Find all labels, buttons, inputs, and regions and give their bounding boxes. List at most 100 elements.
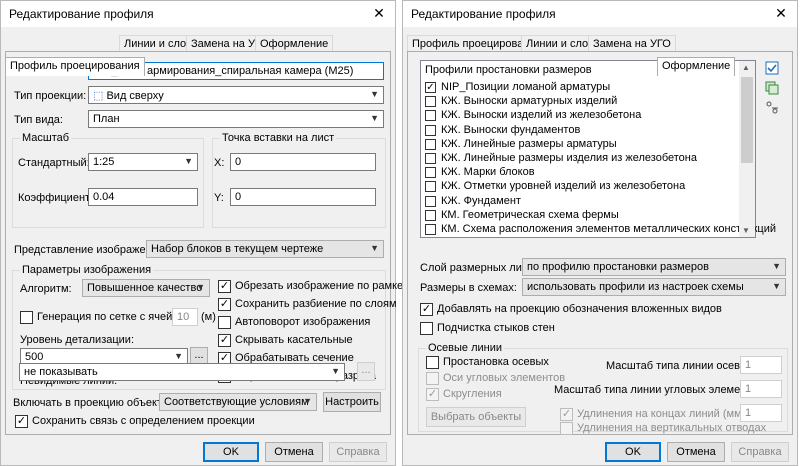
view-type-select[interactable]: План ▼	[88, 110, 384, 128]
keep-layers-label: Сохранить разбиение по слоям	[235, 298, 397, 310]
rounding-label: Скругления	[443, 388, 502, 400]
profile-item-checkbox[interactable]	[425, 224, 436, 235]
detail-level-label: Уровень детализации:	[20, 334, 135, 346]
scroll-up-icon[interactable]: ▲	[742, 63, 750, 72]
profile-item-checkbox[interactable]	[425, 181, 436, 193]
crop-frame-checkbox[interactable]: ✓	[218, 280, 231, 293]
list-item[interactable]: КЖ. Линейные размеры изделия из железобе…	[441, 152, 697, 166]
standard-scale-select[interactable]: 1:25 ▼	[88, 153, 198, 171]
cube-icon: ⬚	[93, 90, 104, 102]
profile-item-checkbox[interactable]	[425, 195, 436, 207]
wall-clean-checkbox[interactable]	[420, 322, 433, 335]
algorithm-label: Алгоритм:	[20, 283, 72, 295]
keep-layers-checkbox[interactable]: ✓	[218, 298, 231, 311]
ext-ends-input[interactable]: 1	[740, 404, 782, 422]
ok-button[interactable]: OK	[605, 442, 661, 462]
include-objects-select[interactable]: Соответствующие условиям ▼	[159, 393, 317, 411]
profile-item-checkbox[interactable]: ✓	[425, 82, 436, 93]
chevron-down-icon: ▼	[303, 396, 312, 406]
rounding-checkbox[interactable]: ✓	[426, 388, 439, 401]
list-item[interactable]: КЖ. Выноски фундаментов	[441, 124, 580, 138]
invisible-lines-select[interactable]: не показывать ▼	[19, 363, 345, 381]
projection-type-value: Вид сверху	[106, 90, 164, 102]
list-item[interactable]: КЖ. Марки блоков	[441, 166, 535, 180]
hide-tangent-checkbox[interactable]: ✓	[218, 334, 231, 347]
axis-scale-input[interactable]: 1	[740, 356, 782, 374]
list-item[interactable]: КЖ. Выноски арматурных изделий	[441, 95, 617, 109]
add-nested-checkbox[interactable]: ✓	[420, 303, 433, 316]
ext-vert-checkbox[interactable]	[560, 422, 573, 435]
help-button[interactable]: Справка	[731, 442, 789, 462]
list-item[interactable]: КЖ. Фундамент	[441, 195, 521, 209]
corner-scale-label: Масштаб типа линии угловых элементов:	[554, 384, 767, 396]
chevron-down-icon: ▼	[174, 351, 183, 361]
crop-frame-label: Обрезать изображение по рамке	[235, 280, 404, 292]
profile-item-checkbox[interactable]	[425, 167, 436, 179]
scroll-thumb[interactable]	[741, 77, 753, 163]
dim-profiles-list[interactable]: Профили простановки размеров ✓ NIP_Позици…	[420, 60, 776, 238]
tab-ugo-replacement[interactable]: Замена на УГО	[588, 35, 676, 51]
scroll-down-icon[interactable]: ▼	[742, 226, 750, 235]
list-scrollbar[interactable]: ▲ ▼	[739, 61, 755, 237]
axes-group-label: Осевые линии	[426, 342, 505, 354]
chevron-down-icon: ▼	[184, 156, 193, 166]
tab-design[interactable]: Оформление	[657, 57, 736, 76]
list-item[interactable]: КЖ. Линейные размеры арматуры	[441, 138, 617, 152]
profile-item-checkbox[interactable]	[425, 209, 436, 221]
auto-rotate-checkbox[interactable]	[218, 316, 231, 329]
y-input[interactable]: 0	[230, 188, 376, 206]
right-dialog: Редактирование профиля ✕ Профиль проецир…	[402, 0, 798, 466]
configure-button[interactable]: Настроить	[323, 392, 381, 412]
profile-item-checkbox[interactable]	[425, 153, 436, 164]
algorithm-select[interactable]: Повышенное качество ▼	[82, 279, 210, 297]
ext-ends-label: Удлинения на концах линий (мм):	[577, 408, 749, 420]
list-header: Профили простановки размеров	[425, 64, 592, 76]
corner-scale-input[interactable]: 1	[740, 380, 782, 398]
representation-select[interactable]: Набор блоков в текущем чертеже ▼	[146, 240, 384, 258]
close-icon[interactable]: ✕	[371, 5, 387, 21]
corner-axes-label: Оси угловых элементов	[443, 372, 566, 384]
projection-type-select[interactable]: ⬚ Вид сверху ▼	[88, 86, 384, 104]
profile-item-checkbox[interactable]	[425, 138, 436, 150]
list-item[interactable]: КЖ. Выноски изделий из железобетона	[441, 109, 641, 123]
dim-scheme-select[interactable]: использовать профили из настроек схемы ▼	[522, 278, 786, 296]
y-label: Y:	[214, 192, 224, 204]
check-all-icon[interactable]	[764, 60, 780, 76]
hide-tangent-label: Скрывать касательные	[235, 334, 353, 346]
grid-generation-checkbox[interactable]	[20, 311, 33, 324]
filter-icon[interactable]	[764, 100, 780, 116]
chevron-down-icon: ▼	[772, 281, 781, 291]
list-item[interactable]: NIP_Позиции ломаной арматуры	[441, 81, 610, 95]
dialog-title: Редактирование профиля	[9, 7, 154, 21]
coefficient-input[interactable]: 0.04	[88, 188, 198, 206]
profile-item-checkbox[interactable]	[425, 124, 436, 136]
chevron-down-icon: ▼	[196, 282, 205, 292]
tab-projection-profile[interactable]: Профиль проецирования	[5, 57, 145, 76]
help-button[interactable]: Справка	[329, 442, 387, 462]
ok-button[interactable]: OK	[203, 442, 259, 462]
corner-axes-checkbox[interactable]	[426, 372, 439, 385]
chevron-down-icon: ▼	[331, 366, 340, 376]
x-input[interactable]: 0	[230, 153, 376, 171]
profile-item-checkbox[interactable]	[425, 96, 436, 108]
dim-scheme-label: Размеры в схемах:	[420, 282, 517, 294]
tab-design[interactable]: Оформление	[255, 35, 334, 51]
dim-layer-select[interactable]: по профилю простановки размеров ▼	[522, 258, 786, 276]
scale-group-label: Масштаб	[20, 132, 72, 144]
cancel-button[interactable]: Отмена	[265, 442, 323, 462]
cancel-button[interactable]: Отмена	[667, 442, 725, 462]
copy-icon[interactable]	[764, 80, 780, 96]
keep-link-checkbox[interactable]: ✓	[15, 415, 28, 428]
invisible-lines-more-button[interactable]: ...	[357, 362, 375, 381]
list-item[interactable]: КМ. Схема расположения элементов металли…	[441, 223, 776, 237]
list-item[interactable]: КМ. Геометрическая схема фермы	[441, 209, 619, 223]
profile-item-checkbox[interactable]	[425, 110, 436, 122]
select-objects-button[interactable]: Выбрать объекты	[426, 407, 526, 427]
close-icon[interactable]: ✕	[773, 5, 789, 21]
ext-ends-checkbox[interactable]: ✓	[560, 408, 573, 421]
tab-panel: Профили простановки размеров ✓ NIP_Позици…	[407, 51, 793, 435]
coefficient-label: Коэффициент:	[18, 192, 94, 204]
list-item[interactable]: КЖ. Отметки уровней изделий из железобет…	[441, 180, 685, 194]
grid-cell-input[interactable]: 10	[172, 308, 198, 326]
axes-place-checkbox[interactable]	[426, 356, 439, 369]
